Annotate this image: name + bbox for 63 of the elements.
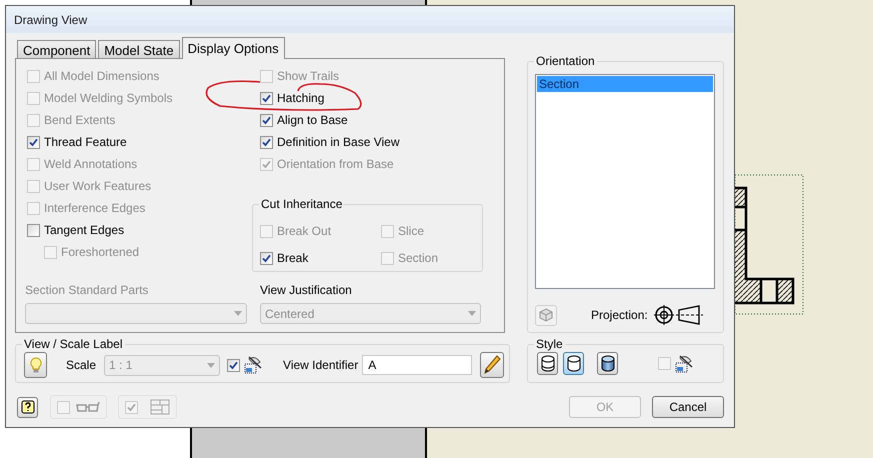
- checkbox-label: Weld Annotations: [44, 157, 138, 171]
- lightbulb-button[interactable]: [24, 352, 47, 378]
- checkbox[interactable]: [27, 136, 40, 148]
- help-icon: [20, 400, 34, 414]
- group-title: Style: [534, 337, 565, 351]
- style-button[interactable]: [537, 352, 558, 375]
- checkbox[interactable]: [260, 136, 273, 148]
- view-identifier-label: View Identifier: [283, 358, 358, 372]
- lightbulb-icon: [30, 356, 42, 374]
- eye-slash-icon: [243, 355, 264, 375]
- field-label: View Justification: [260, 283, 353, 297]
- checkbox-label: Section: [398, 251, 438, 265]
- custom-view-button[interactable]: [535, 304, 557, 326]
- caret-icon: [207, 362, 216, 368]
- checkbox-label: Model Welding Symbols: [44, 91, 173, 105]
- title-bar: Drawing View: [6, 6, 734, 33]
- dialog-button[interactable]: Cancel: [652, 396, 724, 418]
- checkbox[interactable]: [260, 114, 273, 126]
- checkbox-label: Hatching: [277, 91, 324, 105]
- caret-icon: [468, 311, 476, 316]
- list-item[interactable]: Section: [537, 76, 713, 92]
- checkbox-label: Definition in Base View: [277, 135, 400, 149]
- checkbox-label: Align to Base: [277, 113, 348, 127]
- tab[interactable]: Model State: [98, 40, 180, 58]
- checkbox[interactable]: [260, 252, 273, 264]
- checkbox-label: Break Out: [277, 224, 332, 238]
- checkbox-label: All Model Dimensions: [44, 69, 160, 83]
- cylinder-icon: [566, 355, 580, 372]
- checkbox[interactable]: [227, 358, 240, 372]
- caret-icon: [234, 311, 242, 316]
- edit-button[interactable]: [480, 352, 504, 378]
- glasses-icon: [76, 401, 100, 413]
- scale-label: Scale: [66, 358, 96, 372]
- checkbox-label: Slice: [398, 224, 424, 238]
- projection-symbol-icon: [654, 304, 704, 326]
- cube-icon: [539, 308, 553, 322]
- checkbox-label: Interference Edges: [44, 201, 146, 215]
- checkbox-label: Break: [277, 251, 308, 265]
- pencil-icon: [483, 355, 502, 375]
- group-title: Cut Inheritance: [259, 197, 344, 211]
- group-title: Orientation: [534, 54, 597, 68]
- tab[interactable]: Component: [17, 40, 96, 58]
- eye-slash-icon: [674, 354, 694, 374]
- grid-icon: [150, 399, 170, 415]
- group-title: View / Scale Label: [22, 337, 125, 351]
- style-button[interactable]: [597, 352, 618, 375]
- checkbox-label: Tangent Edges: [44, 223, 124, 237]
- help-button[interactable]: [17, 396, 38, 418]
- tab[interactable]: Display Options: [182, 37, 285, 59]
- checkbox-label: Orientation from Base: [277, 157, 394, 171]
- checkbox-label: Foreshortened: [61, 245, 140, 259]
- view-identifier-field[interactable]: A: [362, 355, 472, 375]
- checkbox-label: Show Trails: [277, 69, 340, 83]
- checkbox-label: User Work Features: [44, 179, 152, 193]
- projection-label: Projection:: [591, 308, 648, 322]
- checkbox-label: Thread Feature: [44, 135, 127, 149]
- field-label: Section Standard Parts: [25, 283, 150, 297]
- checkbox[interactable]: [27, 224, 40, 236]
- checkbox-label: Bend Extents: [44, 113, 116, 127]
- cylinder-icon: [600, 355, 614, 372]
- checkbox[interactable]: [260, 92, 273, 104]
- cylinder-icon: [540, 355, 554, 372]
- style-button[interactable]: [563, 352, 584, 375]
